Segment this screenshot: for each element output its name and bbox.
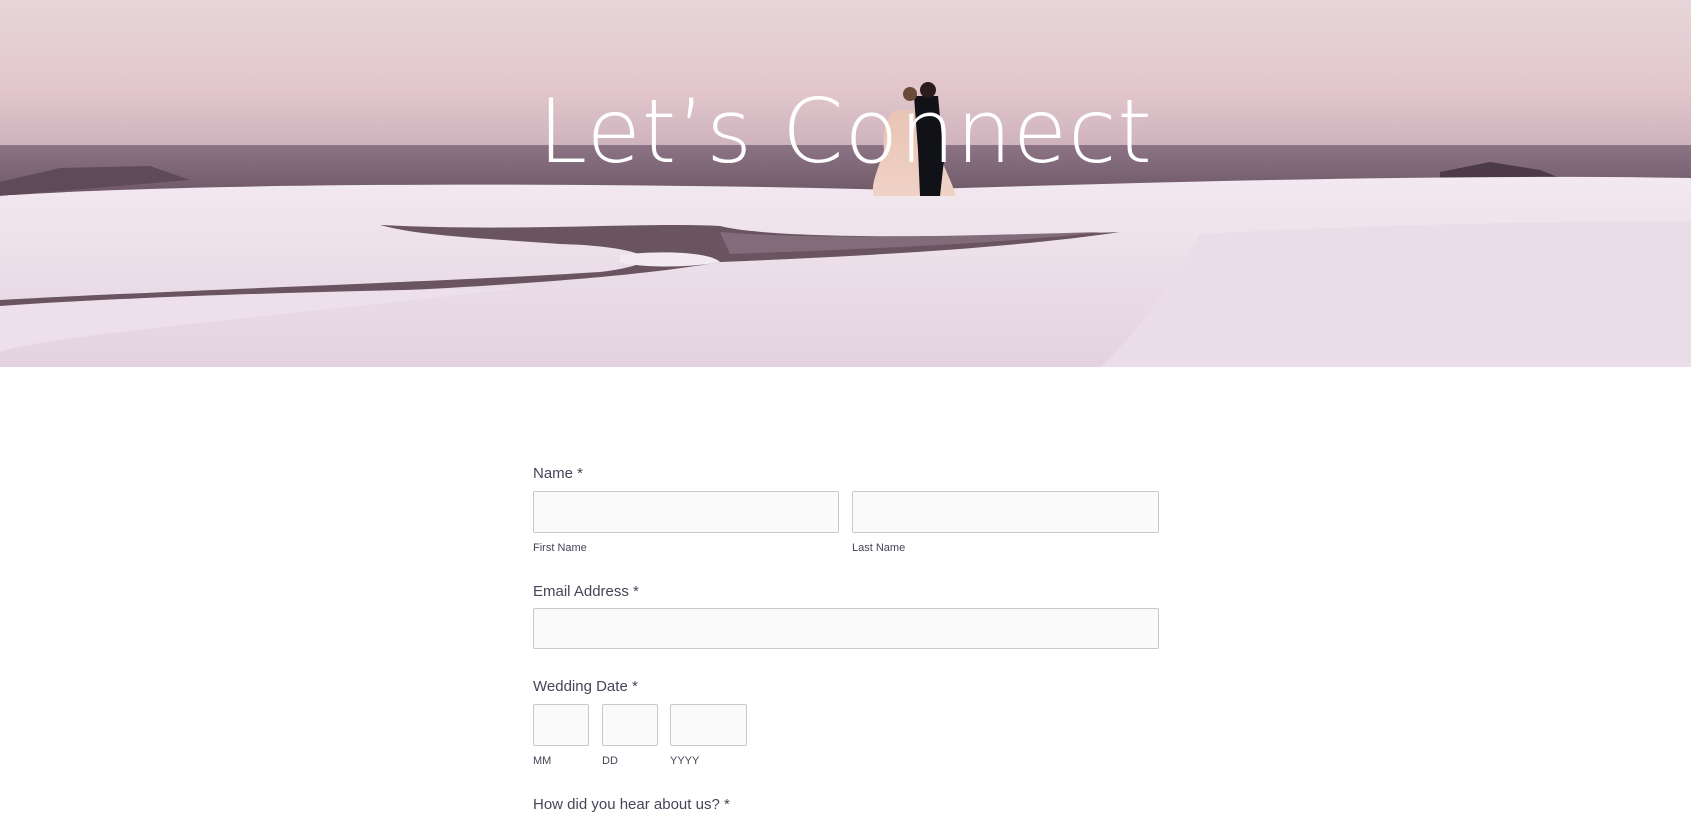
month-sublabel: MM [533, 755, 552, 767]
wedding-date-day-input[interactable] [602, 704, 658, 746]
wedding-date-year-input[interactable] [670, 704, 747, 746]
year-sublabel: YYYY [670, 755, 700, 767]
last-name-input[interactable] [852, 491, 1159, 533]
hero-title: Let’s Connect [538, 80, 1153, 183]
email-input[interactable] [533, 608, 1159, 649]
wedding-date-label: Wedding Date * [533, 678, 638, 695]
wedding-date-month-input[interactable] [533, 704, 589, 746]
first-name-sublabel: First Name [533, 542, 587, 554]
day-sublabel: DD [602, 755, 618, 767]
email-label: Email Address * [533, 583, 639, 600]
hero-image [0, 0, 1691, 367]
hero-banner: Let’s Connect [0, 0, 1691, 367]
name-label: Name * [533, 465, 584, 482]
referral-label: How did you hear about us? * [533, 796, 730, 813]
first-name-input[interactable] [533, 491, 839, 533]
last-name-sublabel: Last Name [852, 542, 906, 554]
